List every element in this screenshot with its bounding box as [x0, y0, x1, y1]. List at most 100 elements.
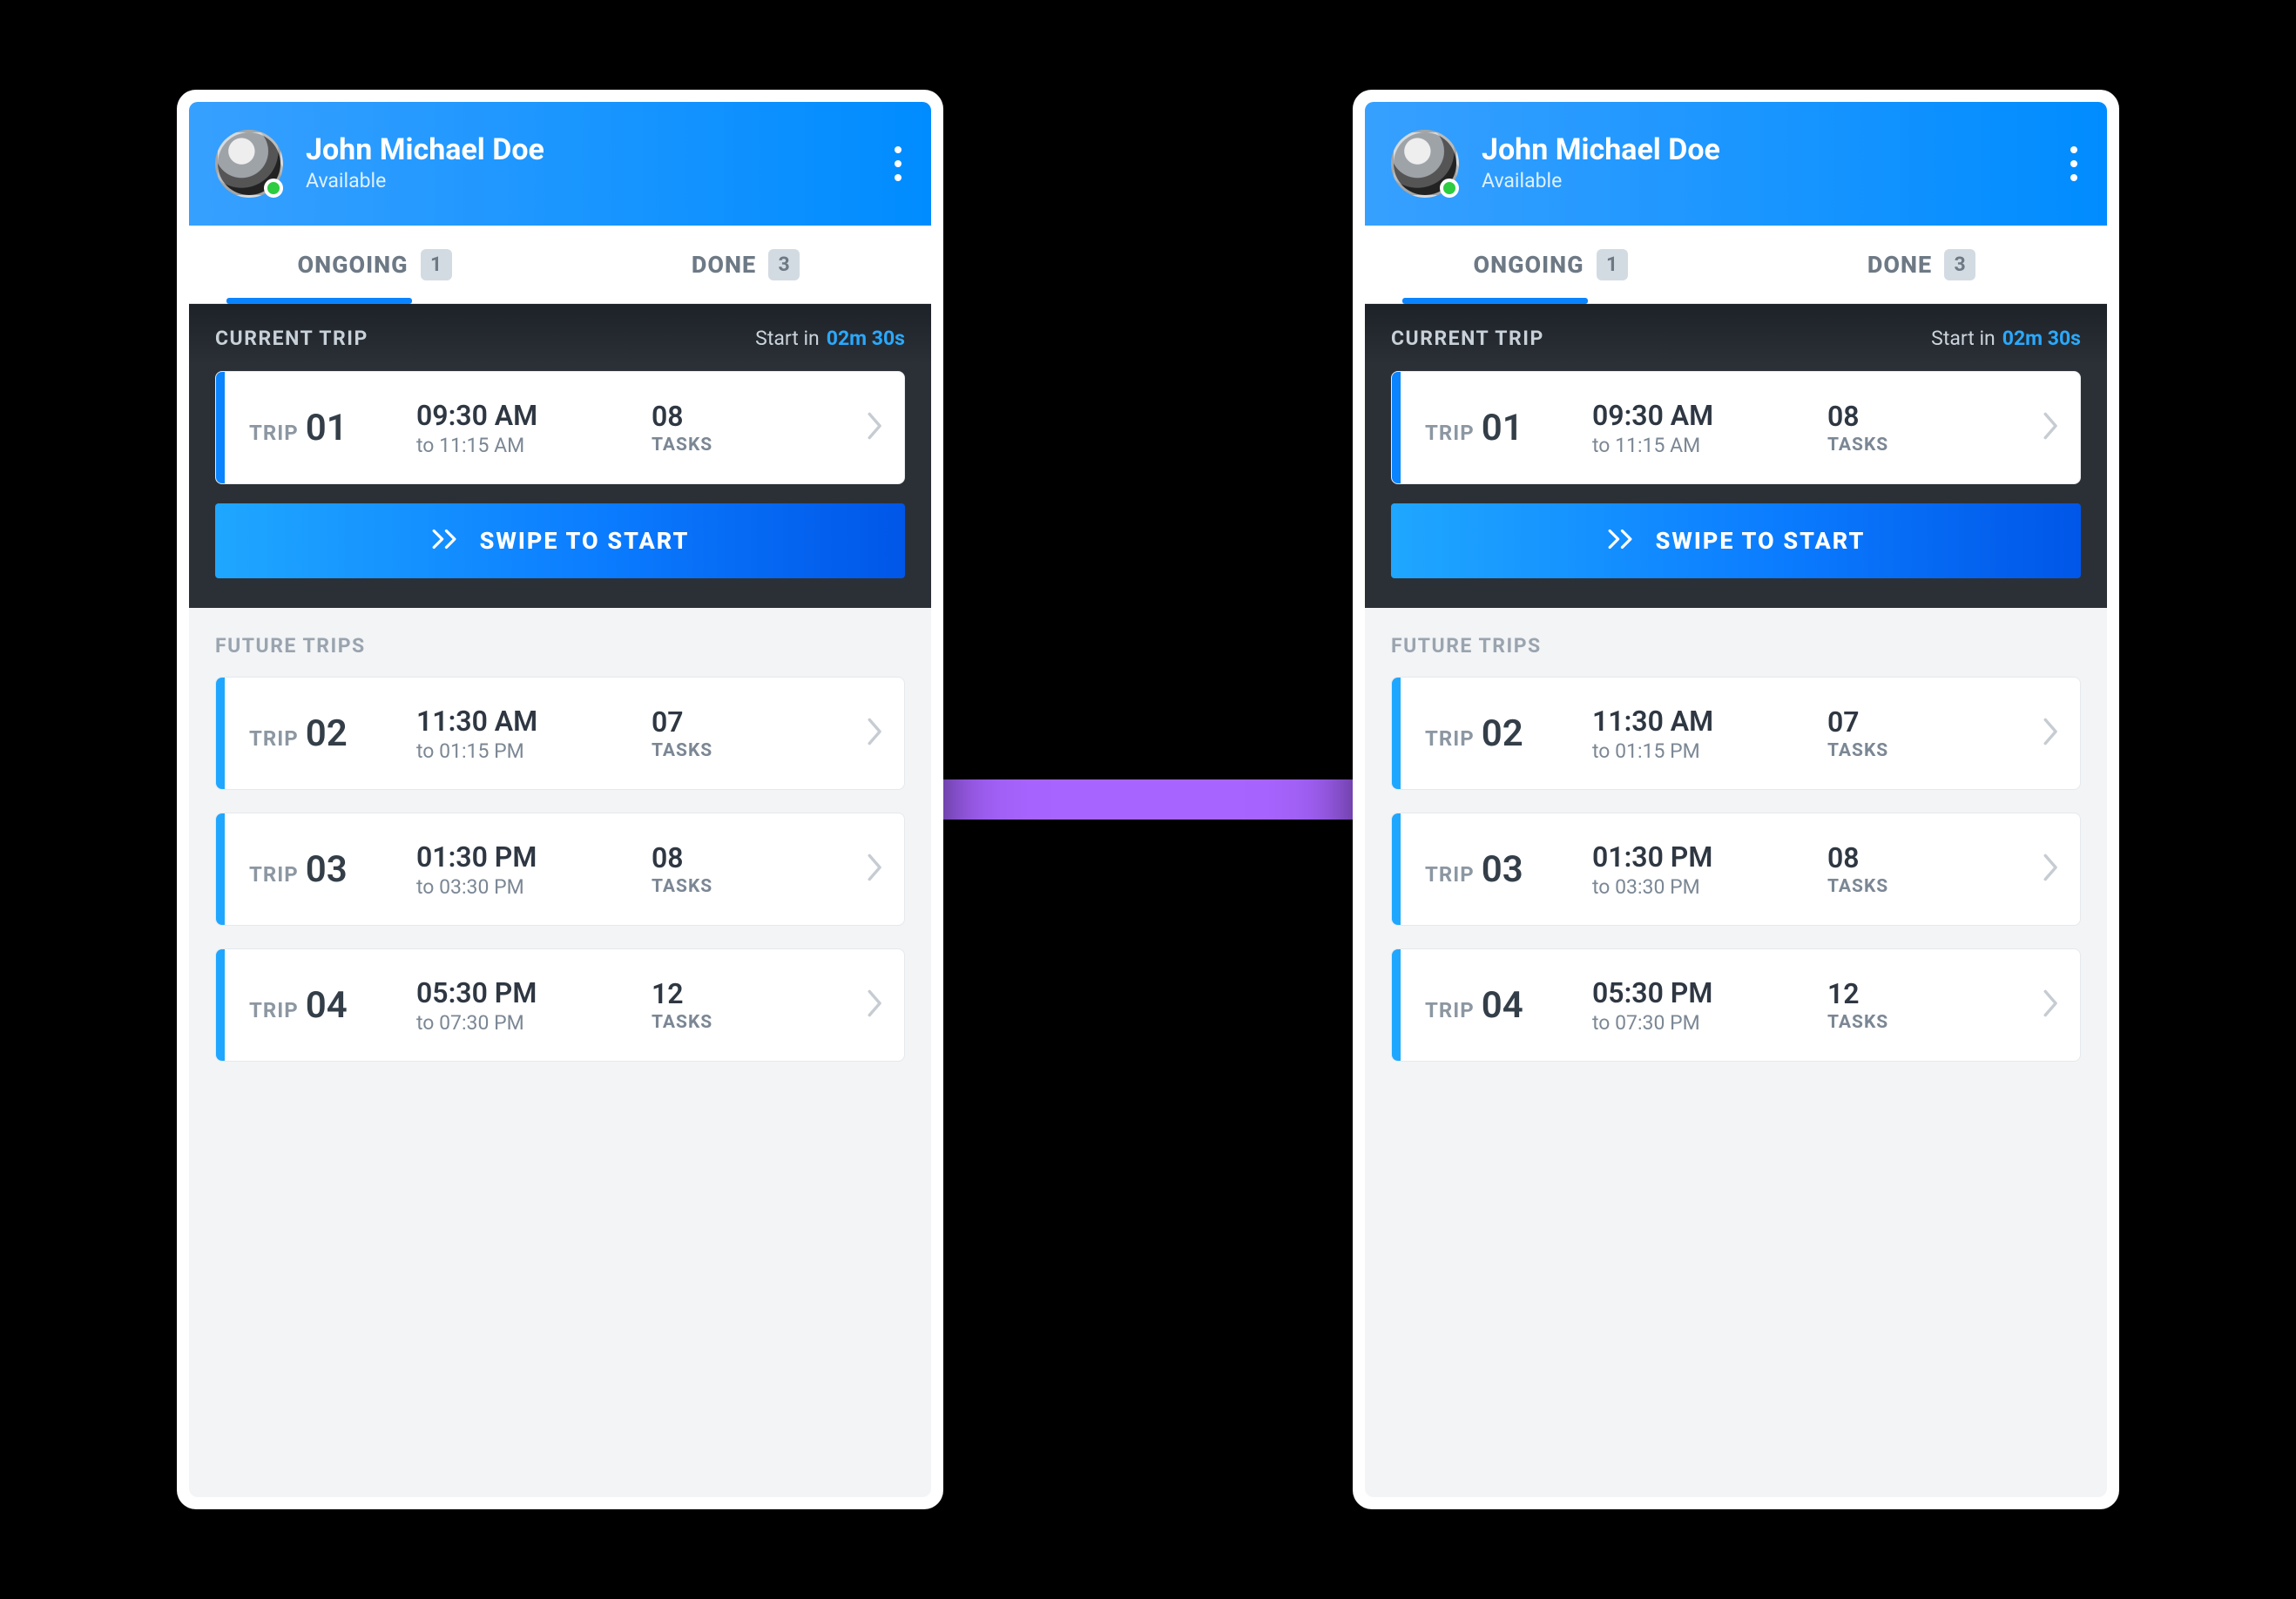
- swipe-to-start-button[interactable]: SWIPE TO START: [215, 503, 905, 578]
- chevron-right-icon: [2042, 717, 2061, 750]
- user-name: John Michael Doe: [1482, 135, 1720, 166]
- trip-number: 01: [1482, 407, 1523, 449]
- trip-number: 01: [306, 407, 348, 449]
- user-block: John Michael Doe Available: [306, 135, 544, 192]
- current-trip-card[interactable]: TRIP 01 09:30 AM to 11:15 AM 08 TASKS: [1391, 371, 2081, 484]
- tab-done[interactable]: DONE 3: [1736, 226, 2107, 303]
- trip-time-secondary: to 11:15 AM: [1592, 434, 1827, 457]
- presence-indicator: [1440, 179, 1459, 198]
- tab-ongoing-count: 1: [421, 249, 452, 280]
- trip-time-secondary: to 07:30 PM: [1592, 1011, 1827, 1035]
- chevron-right-icon: [2042, 853, 2061, 886]
- stage: John Michael Doe Available ONGOING 1 DON…: [0, 0, 2296, 1599]
- trip-time-primary: 11:30 AM: [1592, 705, 1827, 738]
- trip-label: TRIP: [1425, 421, 1475, 445]
- tab-ongoing-count: 1: [1597, 249, 1628, 280]
- trip-number: 02: [306, 712, 348, 755]
- tab-done-label: DONE: [692, 251, 756, 279]
- trip-accent-bar: [216, 949, 225, 1061]
- avatar[interactable]: [1391, 130, 1459, 198]
- countdown-prefix: Start in: [755, 327, 820, 350]
- current-trip-panel: CURRENT TRIP Start in 02m 30s TRIP 01 09…: [1365, 304, 2107, 608]
- swipe-to-start-button[interactable]: SWIPE TO START: [1391, 503, 2081, 578]
- app-header: John Michael Doe Available: [189, 102, 931, 226]
- current-trip-title: CURRENT TRIP: [215, 327, 368, 350]
- trip-task-label: TASKS: [652, 876, 800, 897]
- user-block: John Michael Doe Available: [1482, 135, 1720, 192]
- future-trips-section: FUTURE TRIPS TRIP02 11:30 AMto 01:15 PM …: [1365, 608, 2107, 1110]
- trip-time-secondary: to 03:30 PM: [416, 875, 652, 899]
- trip-label: TRIP: [1425, 998, 1475, 1022]
- trip-time-primary: 05:30 PM: [416, 976, 652, 1009]
- trip-task-count: 08: [1827, 400, 1975, 433]
- trip-time-secondary: to 01:15 PM: [1592, 739, 1827, 763]
- future-trips-title: FUTURE TRIPS: [215, 634, 905, 658]
- countdown-value: 02m 30s: [827, 327, 905, 350]
- trip-time-primary: 11:30 AM: [416, 705, 652, 738]
- future-trip-card[interactable]: TRIP02 11:30 AMto 01:15 PM 07TASKS: [215, 677, 905, 790]
- future-trip-card[interactable]: TRIP02 11:30 AMto 01:15 PM 07TASKS: [1391, 677, 2081, 790]
- trip-label: TRIP: [249, 998, 299, 1022]
- user-status: Available: [1482, 169, 1720, 192]
- tab-ongoing-label: ONGOING: [1473, 251, 1584, 279]
- screen: John Michael Doe Available ONGOING 1 DON…: [1365, 102, 2107, 1497]
- trip-label: TRIP: [249, 726, 299, 751]
- chevron-right-icon: [866, 411, 885, 444]
- trip-task-label: TASKS: [1827, 876, 1975, 897]
- trip-task-label: TASKS: [652, 1012, 800, 1033]
- chevron-right-icon: [866, 988, 885, 1022]
- current-trip-card[interactable]: TRIP 01 09:30 AM to 11:15 AM 08 TASKS: [215, 371, 905, 484]
- current-trip-panel: CURRENT TRIP Start in 02m 30s TRIP 01 09…: [189, 304, 931, 608]
- future-trip-card[interactable]: TRIP 04 05:30 PMto 07:30 PM 12TASKS: [215, 948, 905, 1062]
- trip-task-label: TASKS: [652, 435, 800, 455]
- trip-label: TRIP: [249, 862, 299, 887]
- future-trips-title: FUTURE TRIPS: [1391, 634, 2081, 658]
- tab-ongoing-label: ONGOING: [297, 251, 408, 279]
- trip-task-count: 12: [1827, 977, 1975, 1010]
- trip-label: TRIP: [1425, 862, 1475, 887]
- trip-task-label: TASKS: [1827, 740, 1975, 761]
- more-vert-icon[interactable]: [891, 141, 905, 186]
- future-trip-card[interactable]: TRIP03 01:30 PMto 03:30 PM 08TASKS: [1391, 813, 2081, 926]
- future-trip-card[interactable]: TRIP03 01:30 PMto 03:30 PM 08TASKS: [215, 813, 905, 926]
- trip-time-primary: 09:30 AM: [1592, 399, 1827, 432]
- trip-number: 03: [306, 848, 348, 891]
- trip-task-count: 12: [652, 977, 800, 1010]
- trip-time-secondary: to 07:30 PM: [416, 1011, 652, 1035]
- screen: John Michael Doe Available ONGOING 1 DON…: [189, 102, 931, 1497]
- trip-time-primary: 01:30 PM: [1592, 840, 1827, 874]
- trip-task-label: TASKS: [1827, 1012, 1975, 1033]
- trip-accent-bar: [1392, 949, 1401, 1061]
- tab-done-label: DONE: [1867, 251, 1932, 279]
- future-trip-card[interactable]: TRIP 04 05:30 PMto 07:30 PM 12TASKS: [1391, 948, 2081, 1062]
- current-trip-countdown: Start in 02m 30s: [1931, 327, 2081, 350]
- trip-time-primary: 09:30 AM: [416, 399, 652, 432]
- trip-time-primary: 05:30 PM: [1592, 976, 1827, 1009]
- trip-number: 02: [1482, 712, 1523, 755]
- trip-number: 04: [1482, 984, 1523, 1027]
- current-trip-countdown: Start in 02m 30s: [755, 327, 905, 350]
- trip-number: 03: [1482, 848, 1523, 891]
- chevron-right-icon: [2042, 988, 2061, 1022]
- countdown-prefix: Start in: [1931, 327, 1995, 350]
- tab-ongoing[interactable]: ONGOING 1: [1365, 226, 1736, 303]
- trip-task-count: 08: [652, 400, 800, 433]
- trip-accent-bar: [216, 678, 225, 789]
- tab-done-count: 3: [1944, 249, 1975, 280]
- trip-accent-bar: [1392, 813, 1401, 925]
- avatar[interactable]: [215, 130, 283, 198]
- app-header: John Michael Doe Available: [1365, 102, 2107, 226]
- more-vert-icon[interactable]: [2067, 141, 2081, 186]
- phone-left: John Michael Doe Available ONGOING 1 DON…: [177, 90, 943, 1509]
- trip-accent-bar: [1392, 678, 1401, 789]
- trip-number: 04: [306, 984, 348, 1027]
- tab-ongoing[interactable]: ONGOING 1: [189, 226, 560, 303]
- tabs: ONGOING 1 DONE 3: [1365, 226, 2107, 304]
- presence-indicator: [264, 179, 283, 198]
- trip-accent-bar: [216, 813, 225, 925]
- tab-done-count: 3: [768, 249, 800, 280]
- trip-task-label: TASKS: [1827, 435, 1975, 455]
- trip-task-count: 08: [652, 841, 800, 874]
- tab-done[interactable]: DONE 3: [560, 226, 931, 303]
- trip-time-secondary: to 03:30 PM: [1592, 875, 1827, 899]
